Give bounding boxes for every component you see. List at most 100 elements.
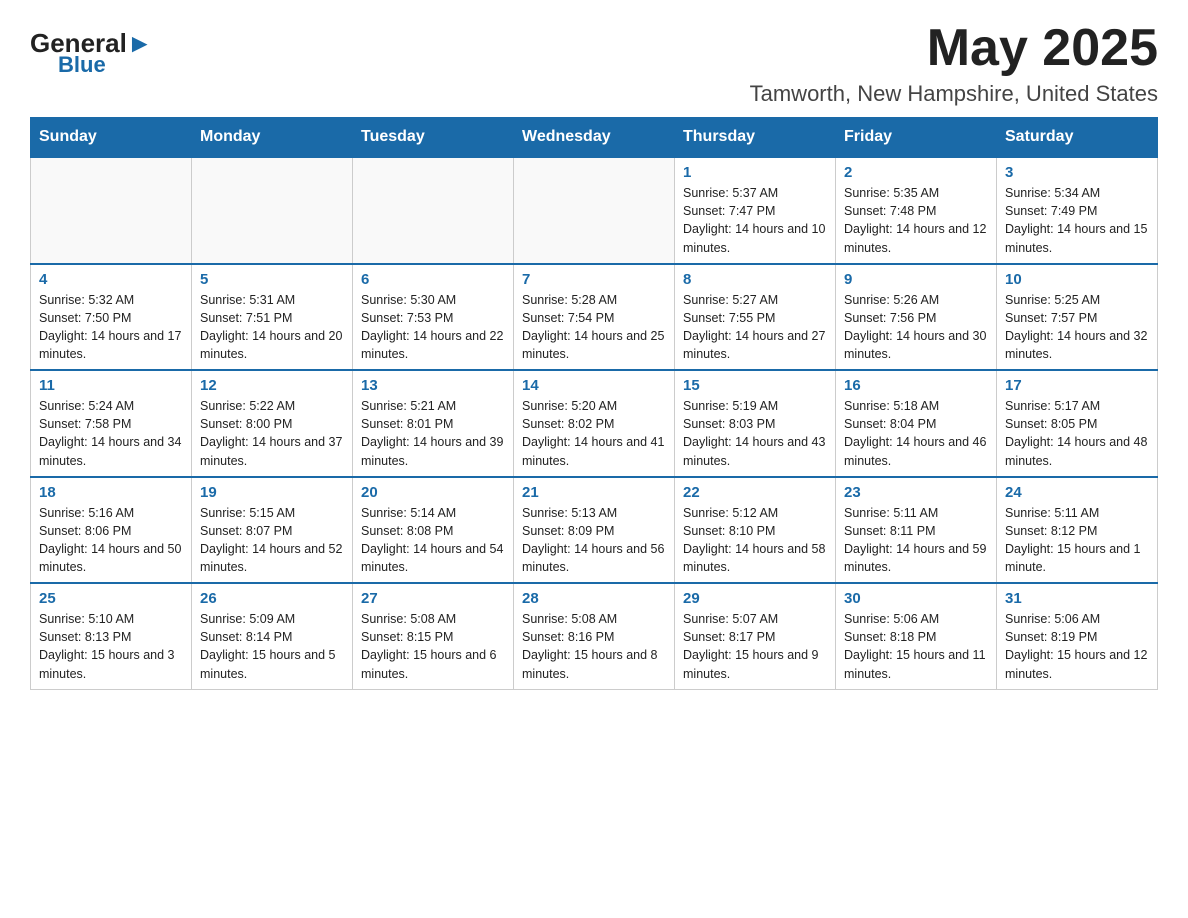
calendar-week-row: 1 Sunrise: 5:37 AM Sunset: 7:47 PM Daylig… xyxy=(31,157,1158,264)
day-number: 2 xyxy=(844,164,988,181)
day-info: Sunrise: 5:09 AM Sunset: 8:14 PM Dayligh… xyxy=(200,610,344,683)
day-number: 25 xyxy=(39,590,183,607)
day-number: 22 xyxy=(683,484,827,501)
day-number: 30 xyxy=(844,590,988,607)
calendar-week-row: 4 Sunrise: 5:32 AM Sunset: 7:50 PM Daylig… xyxy=(31,264,1158,371)
day-info: Sunrise: 5:30 AM Sunset: 7:53 PM Dayligh… xyxy=(361,291,505,364)
calendar-week-row: 18 Sunrise: 5:16 AM Sunset: 8:06 PM Dayli… xyxy=(31,477,1158,584)
weekday-header-wednesday: Wednesday xyxy=(514,118,675,158)
logo-blue-text: Blue xyxy=(58,52,106,78)
calendar-cell: 3 Sunrise: 5:34 AM Sunset: 7:49 PM Daylig… xyxy=(997,157,1158,264)
day-info: Sunrise: 5:17 AM Sunset: 8:05 PM Dayligh… xyxy=(1005,397,1149,470)
day-info: Sunrise: 5:06 AM Sunset: 8:18 PM Dayligh… xyxy=(844,610,988,683)
day-number: 13 xyxy=(361,377,505,394)
day-number: 27 xyxy=(361,590,505,607)
day-number: 19 xyxy=(200,484,344,501)
weekday-header-tuesday: Tuesday xyxy=(353,118,514,158)
calendar-cell: 6 Sunrise: 5:30 AM Sunset: 7:53 PM Daylig… xyxy=(353,264,514,371)
weekday-header-friday: Friday xyxy=(836,118,997,158)
calendar-week-row: 25 Sunrise: 5:10 AM Sunset: 8:13 PM Dayli… xyxy=(31,583,1158,689)
day-number: 16 xyxy=(844,377,988,394)
location-title: Tamworth, New Hampshire, United States xyxy=(750,81,1158,107)
calendar-cell: 25 Sunrise: 5:10 AM Sunset: 8:13 PM Dayli… xyxy=(31,583,192,689)
day-info: Sunrise: 5:28 AM Sunset: 7:54 PM Dayligh… xyxy=(522,291,666,364)
day-number: 3 xyxy=(1005,164,1149,181)
day-info: Sunrise: 5:16 AM Sunset: 8:06 PM Dayligh… xyxy=(39,504,183,577)
day-info: Sunrise: 5:08 AM Sunset: 8:15 PM Dayligh… xyxy=(361,610,505,683)
day-number: 31 xyxy=(1005,590,1149,607)
day-info: Sunrise: 5:11 AM Sunset: 8:12 PM Dayligh… xyxy=(1005,504,1149,577)
calendar-cell: 4 Sunrise: 5:32 AM Sunset: 7:50 PM Daylig… xyxy=(31,264,192,371)
day-info: Sunrise: 5:37 AM Sunset: 7:47 PM Dayligh… xyxy=(683,184,827,257)
calendar-cell: 31Sunrise: 5:06 AM Sunset: 8:19 PM Dayli… xyxy=(997,583,1158,689)
day-number: 8 xyxy=(683,271,827,288)
calendar-cell: 24 Sunrise: 5:11 AM Sunset: 8:12 PM Dayli… xyxy=(997,477,1158,584)
day-info: Sunrise: 5:25 AM Sunset: 7:57 PM Dayligh… xyxy=(1005,291,1149,364)
title-block: May 2025 Tamworth, New Hampshire, United… xyxy=(750,20,1158,107)
day-info: Sunrise: 5:13 AM Sunset: 8:09 PM Dayligh… xyxy=(522,504,666,577)
calendar-cell: 29Sunrise: 5:07 AM Sunset: 8:17 PM Dayli… xyxy=(675,583,836,689)
day-number: 7 xyxy=(522,271,666,288)
calendar-cell: 14 Sunrise: 5:20 AM Sunset: 8:02 PM Dayli… xyxy=(514,370,675,477)
calendar-table: SundayMondayTuesdayWednesdayThursdayFrid… xyxy=(30,117,1158,690)
day-number: 1 xyxy=(683,164,827,181)
day-number: 11 xyxy=(39,377,183,394)
day-number: 28 xyxy=(522,590,666,607)
weekday-header-monday: Monday xyxy=(192,118,353,158)
day-info: Sunrise: 5:15 AM Sunset: 8:07 PM Dayligh… xyxy=(200,504,344,577)
day-info: Sunrise: 5:21 AM Sunset: 8:01 PM Dayligh… xyxy=(361,397,505,470)
calendar-cell xyxy=(514,157,675,264)
day-info: Sunrise: 5:08 AM Sunset: 8:16 PM Dayligh… xyxy=(522,610,666,683)
day-info: Sunrise: 5:18 AM Sunset: 8:04 PM Dayligh… xyxy=(844,397,988,470)
day-info: Sunrise: 5:12 AM Sunset: 8:10 PM Dayligh… xyxy=(683,504,827,577)
calendar-cell: 12 Sunrise: 5:22 AM Sunset: 8:00 PM Dayli… xyxy=(192,370,353,477)
day-number: 17 xyxy=(1005,377,1149,394)
calendar-week-row: 11 Sunrise: 5:24 AM Sunset: 7:58 PM Dayli… xyxy=(31,370,1158,477)
logo-arrow-icon: ► xyxy=(127,28,153,58)
calendar-cell: 18 Sunrise: 5:16 AM Sunset: 8:06 PM Dayli… xyxy=(31,477,192,584)
day-number: 12 xyxy=(200,377,344,394)
calendar-cell: 15Sunrise: 5:19 AM Sunset: 8:03 PM Dayli… xyxy=(675,370,836,477)
calendar-cell: 21 Sunrise: 5:13 AM Sunset: 8:09 PM Dayli… xyxy=(514,477,675,584)
calendar-cell: 11 Sunrise: 5:24 AM Sunset: 7:58 PM Dayli… xyxy=(31,370,192,477)
day-number: 5 xyxy=(200,271,344,288)
day-number: 21 xyxy=(522,484,666,501)
calendar-cell: 16 Sunrise: 5:18 AM Sunset: 8:04 PM Dayli… xyxy=(836,370,997,477)
month-title: May 2025 xyxy=(750,20,1158,77)
calendar-cell: 30 Sunrise: 5:06 AM Sunset: 8:18 PM Dayli… xyxy=(836,583,997,689)
day-info: Sunrise: 5:32 AM Sunset: 7:50 PM Dayligh… xyxy=(39,291,183,364)
weekday-header-sunday: Sunday xyxy=(31,118,192,158)
day-number: 10 xyxy=(1005,271,1149,288)
calendar-cell: 23Sunrise: 5:11 AM Sunset: 8:11 PM Dayli… xyxy=(836,477,997,584)
calendar-cell: 1 Sunrise: 5:37 AM Sunset: 7:47 PM Daylig… xyxy=(675,157,836,264)
calendar-cell: 13 Sunrise: 5:21 AM Sunset: 8:01 PM Dayli… xyxy=(353,370,514,477)
day-number: 20 xyxy=(361,484,505,501)
day-number: 18 xyxy=(39,484,183,501)
calendar-cell: 19 Sunrise: 5:15 AM Sunset: 8:07 PM Dayli… xyxy=(192,477,353,584)
day-number: 4 xyxy=(39,271,183,288)
day-info: Sunrise: 5:20 AM Sunset: 8:02 PM Dayligh… xyxy=(522,397,666,470)
calendar-cell: 20 Sunrise: 5:14 AM Sunset: 8:08 PM Dayli… xyxy=(353,477,514,584)
day-info: Sunrise: 5:22 AM Sunset: 8:00 PM Dayligh… xyxy=(200,397,344,470)
day-number: 29 xyxy=(683,590,827,607)
calendar-cell: 8Sunrise: 5:27 AM Sunset: 7:55 PM Daylig… xyxy=(675,264,836,371)
calendar-cell: 9Sunrise: 5:26 AM Sunset: 7:56 PM Daylig… xyxy=(836,264,997,371)
calendar-cell xyxy=(353,157,514,264)
day-info: Sunrise: 5:14 AM Sunset: 8:08 PM Dayligh… xyxy=(361,504,505,577)
day-info: Sunrise: 5:34 AM Sunset: 7:49 PM Dayligh… xyxy=(1005,184,1149,257)
calendar-cell: 5Sunrise: 5:31 AM Sunset: 7:51 PM Daylig… xyxy=(192,264,353,371)
day-number: 14 xyxy=(522,377,666,394)
calendar-cell: 27 Sunrise: 5:08 AM Sunset: 8:15 PM Dayli… xyxy=(353,583,514,689)
logo: General► Blue xyxy=(30,20,153,78)
calendar-cell: 17 Sunrise: 5:17 AM Sunset: 8:05 PM Dayli… xyxy=(997,370,1158,477)
day-number: 26 xyxy=(200,590,344,607)
calendar-cell: 10 Sunrise: 5:25 AM Sunset: 7:57 PM Dayli… xyxy=(997,264,1158,371)
calendar-cell xyxy=(192,157,353,264)
day-number: 6 xyxy=(361,271,505,288)
day-number: 23 xyxy=(844,484,988,501)
calendar-cell: 22 Sunrise: 5:12 AM Sunset: 8:10 PM Dayli… xyxy=(675,477,836,584)
day-number: 24 xyxy=(1005,484,1149,501)
day-info: Sunrise: 5:24 AM Sunset: 7:58 PM Dayligh… xyxy=(39,397,183,470)
calendar-cell: 7 Sunrise: 5:28 AM Sunset: 7:54 PM Daylig… xyxy=(514,264,675,371)
day-info: Sunrise: 5:10 AM Sunset: 8:13 PM Dayligh… xyxy=(39,610,183,683)
